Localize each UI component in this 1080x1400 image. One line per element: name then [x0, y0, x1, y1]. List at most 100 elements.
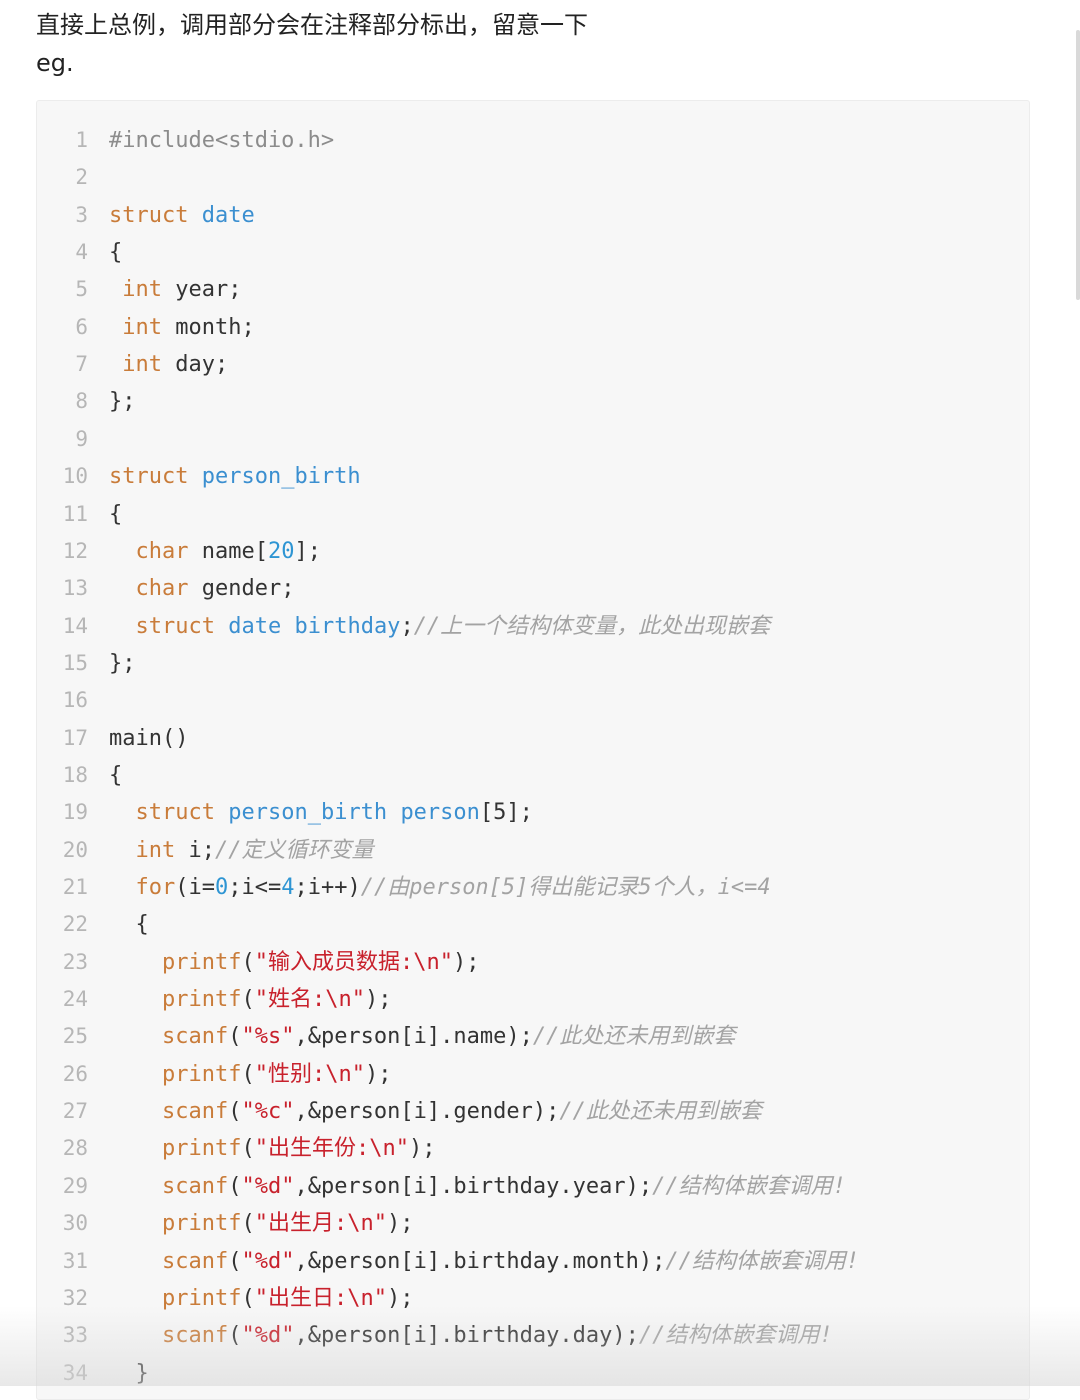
code-line: 29 scanf("%d",&person[i].birthday.year);… — [37, 1168, 1029, 1205]
line-number: 28 — [62, 1136, 88, 1161]
code-line: 3 struct date — [37, 197, 1029, 234]
code-text: ;i++) — [294, 875, 361, 900]
code-keyword: printf — [161, 1061, 242, 1087]
code-keyword: printf — [161, 949, 242, 975]
code-string: "输入成员数据:\n" — [254, 949, 453, 975]
code-source: { — [109, 757, 122, 794]
code-line: 24 printf("姓名:\n"); — [37, 981, 1029, 1018]
code-line: 23 printf("输入成员数据:\n"); — [37, 944, 1029, 981]
code-line: 21 for(i=0;i<=4;i++)//由person[5]得出能记录5个人… — [37, 869, 1029, 906]
line-number: 12 — [62, 538, 88, 563]
code-text: { — [109, 240, 123, 266]
code-text: year; — [162, 277, 242, 303]
code-text: ( — [228, 1323, 242, 1349]
code-comment: //结构体嵌套调用! — [652, 1173, 846, 1199]
code-text: ( — [241, 1285, 255, 1311]
code-text: } — [109, 1360, 149, 1386]
code-type-name: person_birth — [228, 800, 388, 826]
code-line: 31 scanf("%d",&person[i].birthday.month)… — [37, 1243, 1029, 1280]
code-line: 18 { — [37, 757, 1029, 794]
code-keyword: struct — [135, 613, 215, 639]
code-block: 1 #include<stdio.h> 2 3 struct date 4{5 int y… — [36, 100, 1030, 1400]
line-number: 10 — [62, 464, 88, 489]
line-number: 29 — [62, 1173, 88, 1198]
code-source: scanf("%c",&person[i].gender);//此处还未用到嵌套 — [109, 1093, 762, 1130]
code-comment: //此处还未用到嵌套 — [532, 1024, 736, 1050]
code-source: printf("出生月:\n"); — [109, 1205, 413, 1242]
code-text: }; — [109, 650, 136, 676]
code-text: ); — [452, 949, 480, 975]
code-line: 30 printf("出生月:\n"); — [37, 1205, 1029, 1242]
code-source: for(i=0;i<=4;i++)//由person[5]得出能记录5个人，i<… — [109, 869, 771, 906]
code-text: ( — [241, 1136, 255, 1162]
code-source: char name[20]; — [109, 533, 321, 570]
code-line: 10 struct person_birth — [37, 458, 1029, 495]
code-source: scanf("%d",&person[i].birthday.year);//结… — [109, 1168, 846, 1205]
line-number: 21 — [62, 875, 88, 899]
code-text: [5]; — [479, 800, 533, 826]
line-number: 27 — [62, 1099, 88, 1124]
code-keyword: for — [135, 875, 176, 900]
code-string: "出生日:\n" — [254, 1285, 387, 1311]
code-keyword: struct — [135, 800, 215, 826]
line-number: 6 — [75, 314, 88, 339]
code-line: 20 int i;//定义循环变量 — [37, 832, 1029, 869]
code-line: 16 — [37, 682, 1029, 719]
line-number: 23 — [62, 949, 88, 974]
line-number: 14 — [62, 613, 88, 638]
code-line: 13 char gender; — [37, 570, 1029, 607]
code-line: 17 main() — [37, 720, 1029, 757]
line-number: 19 — [62, 800, 88, 825]
line-number: 8 — [75, 389, 88, 414]
code-line: 19 struct person_birth person[5]; — [37, 794, 1029, 831]
code-string: "性别:\n" — [254, 1061, 365, 1087]
code-line: 8}; — [37, 383, 1029, 420]
code-line: 15}; — [37, 645, 1029, 682]
code-line: 14 struct date birthday;//上一个结构体变量，此处出现嵌… — [37, 608, 1029, 645]
code-text: ,&person[i].name); — [294, 1024, 533, 1050]
code-line: 9 — [37, 421, 1029, 458]
line-number: 26 — [62, 1061, 88, 1086]
line-number: 30 — [62, 1211, 88, 1236]
code-text: ( — [241, 1211, 255, 1237]
code-text: ( — [228, 1099, 242, 1125]
code-line: 26 printf("性别:\n"); — [37, 1056, 1029, 1093]
code-keyword: scanf — [161, 1173, 229, 1199]
code-text: ,&person[i].birthday.month); — [294, 1248, 666, 1274]
code-text: ); — [386, 1285, 414, 1311]
code-type-name: person_birth — [201, 464, 361, 490]
code-text: ,&person[i].gender); — [294, 1099, 560, 1125]
code-text: main() — [109, 725, 189, 751]
code-line: 33 scanf("%d",&person[i].birthday.day);/… — [37, 1317, 1029, 1354]
code-source: { — [109, 906, 148, 943]
code-source: scanf("%d",&person[i].birthday.day);//结构… — [109, 1317, 833, 1354]
code-text: ( — [241, 1061, 255, 1087]
code-line: 32 printf("出生日:\n"); — [37, 1280, 1029, 1317]
line-number: 18 — [62, 762, 88, 787]
code-string: "%c" — [241, 1099, 295, 1125]
line-number: 22 — [62, 912, 88, 937]
code-string: "姓名:\n" — [254, 987, 365, 1013]
code-source: }; — [109, 645, 136, 682]
code-type-name: person — [400, 800, 480, 826]
line-number: 31 — [62, 1248, 88, 1273]
code-text: }; — [109, 389, 136, 415]
intro-text: 直接上总例，调用部分会在注释部分标出，留意一下 eg. — [36, 6, 588, 82]
code-keyword: printf — [161, 1136, 242, 1162]
code-line: 4{ — [37, 234, 1029, 271]
code-text: ,&person[i].birthday.day); — [294, 1323, 639, 1349]
code-string: "%s" — [241, 1024, 295, 1050]
code-source: int i;//定义循环变量 — [109, 832, 374, 869]
line-number: 7 — [75, 352, 88, 377]
code-line: 11 { — [37, 496, 1029, 533]
code-text: ( — [228, 1173, 242, 1199]
scrollbar-thumb[interactable] — [1076, 30, 1080, 300]
code-keyword: char — [135, 538, 189, 564]
